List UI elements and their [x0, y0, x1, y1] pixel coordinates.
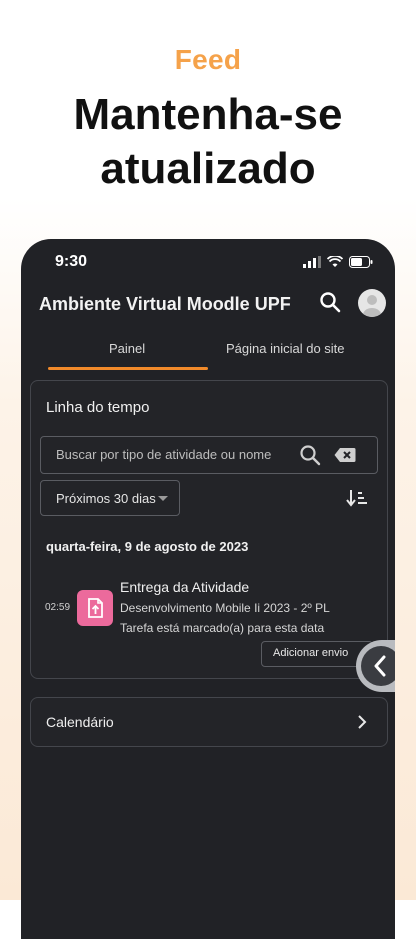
- phone-screen: 9:30 Ambiente Virtual Moodle UPF Painel …: [21, 239, 395, 939]
- event-status: Tarefa está marcado(a) para esta data: [120, 621, 325, 635]
- calendar-card[interactable]: Calendário: [30, 697, 388, 747]
- user-avatar[interactable]: [358, 289, 386, 317]
- timeline-card: Linha do tempo Buscar por tipo de ativid…: [30, 380, 388, 679]
- sort-button[interactable]: [346, 488, 368, 508]
- tab-pagina-inicial[interactable]: Página inicial do site: [226, 341, 345, 356]
- assignment-upload-icon: [77, 590, 113, 626]
- chevron-right-icon: [358, 715, 367, 729]
- tab-painel[interactable]: Painel: [109, 341, 145, 356]
- date-range-value: Próximos 30 dias: [56, 491, 156, 506]
- block-drawer-toggle[interactable]: [356, 640, 395, 692]
- search-placeholder: Buscar por tipo de atividade ou nome: [56, 447, 272, 462]
- drawer-toggle-circle: [361, 646, 395, 686]
- promo-title-line2: atualizado: [100, 144, 316, 193]
- promo-title: Mantenha-se atualizado: [0, 88, 416, 196]
- sort-icon: [346, 490, 367, 507]
- clear-input-icon[interactable]: [334, 447, 356, 463]
- active-tab-indicator: [48, 367, 208, 370]
- signal-icon: [303, 256, 321, 268]
- tab-bar: Painel Página inicial do site: [21, 333, 395, 370]
- calendar-label: Calendário: [46, 714, 114, 730]
- promo-title-line1: Mantenha-se: [73, 90, 343, 139]
- chevron-left-icon: [374, 655, 386, 677]
- caret-down-icon: [158, 496, 168, 501]
- event-title[interactable]: Entrega da Atividade: [120, 579, 249, 595]
- add-submission-label: Adicionar envio: [273, 647, 349, 659]
- battery-icon: [349, 256, 373, 268]
- wifi-icon: [327, 256, 343, 267]
- status-bar: 9:30: [21, 239, 395, 283]
- status-icons: [303, 256, 373, 268]
- date-range-select[interactable]: Próximos 30 dias: [40, 480, 180, 516]
- search-icon: [320, 292, 341, 313]
- event-time: 02:59: [45, 602, 71, 613]
- event-course: Desenvolvimento Mobile Ii 2023 - 2º PL: [120, 601, 330, 615]
- date-heading: quarta-feira, 9 de agosto de 2023: [46, 539, 249, 554]
- promo-eyebrow: Feed: [174, 44, 242, 75]
- timeline-search-input[interactable]: Buscar por tipo de atividade ou nome: [40, 436, 378, 474]
- avatar-icon: [363, 295, 381, 317]
- app-title: Ambiente Virtual Moodle UPF: [39, 294, 291, 314]
- status-time: 9:30: [55, 253, 88, 270]
- search-icon[interactable]: [299, 444, 321, 466]
- search-button[interactable]: [319, 291, 345, 317]
- timeline-title: Linha do tempo: [46, 399, 150, 416]
